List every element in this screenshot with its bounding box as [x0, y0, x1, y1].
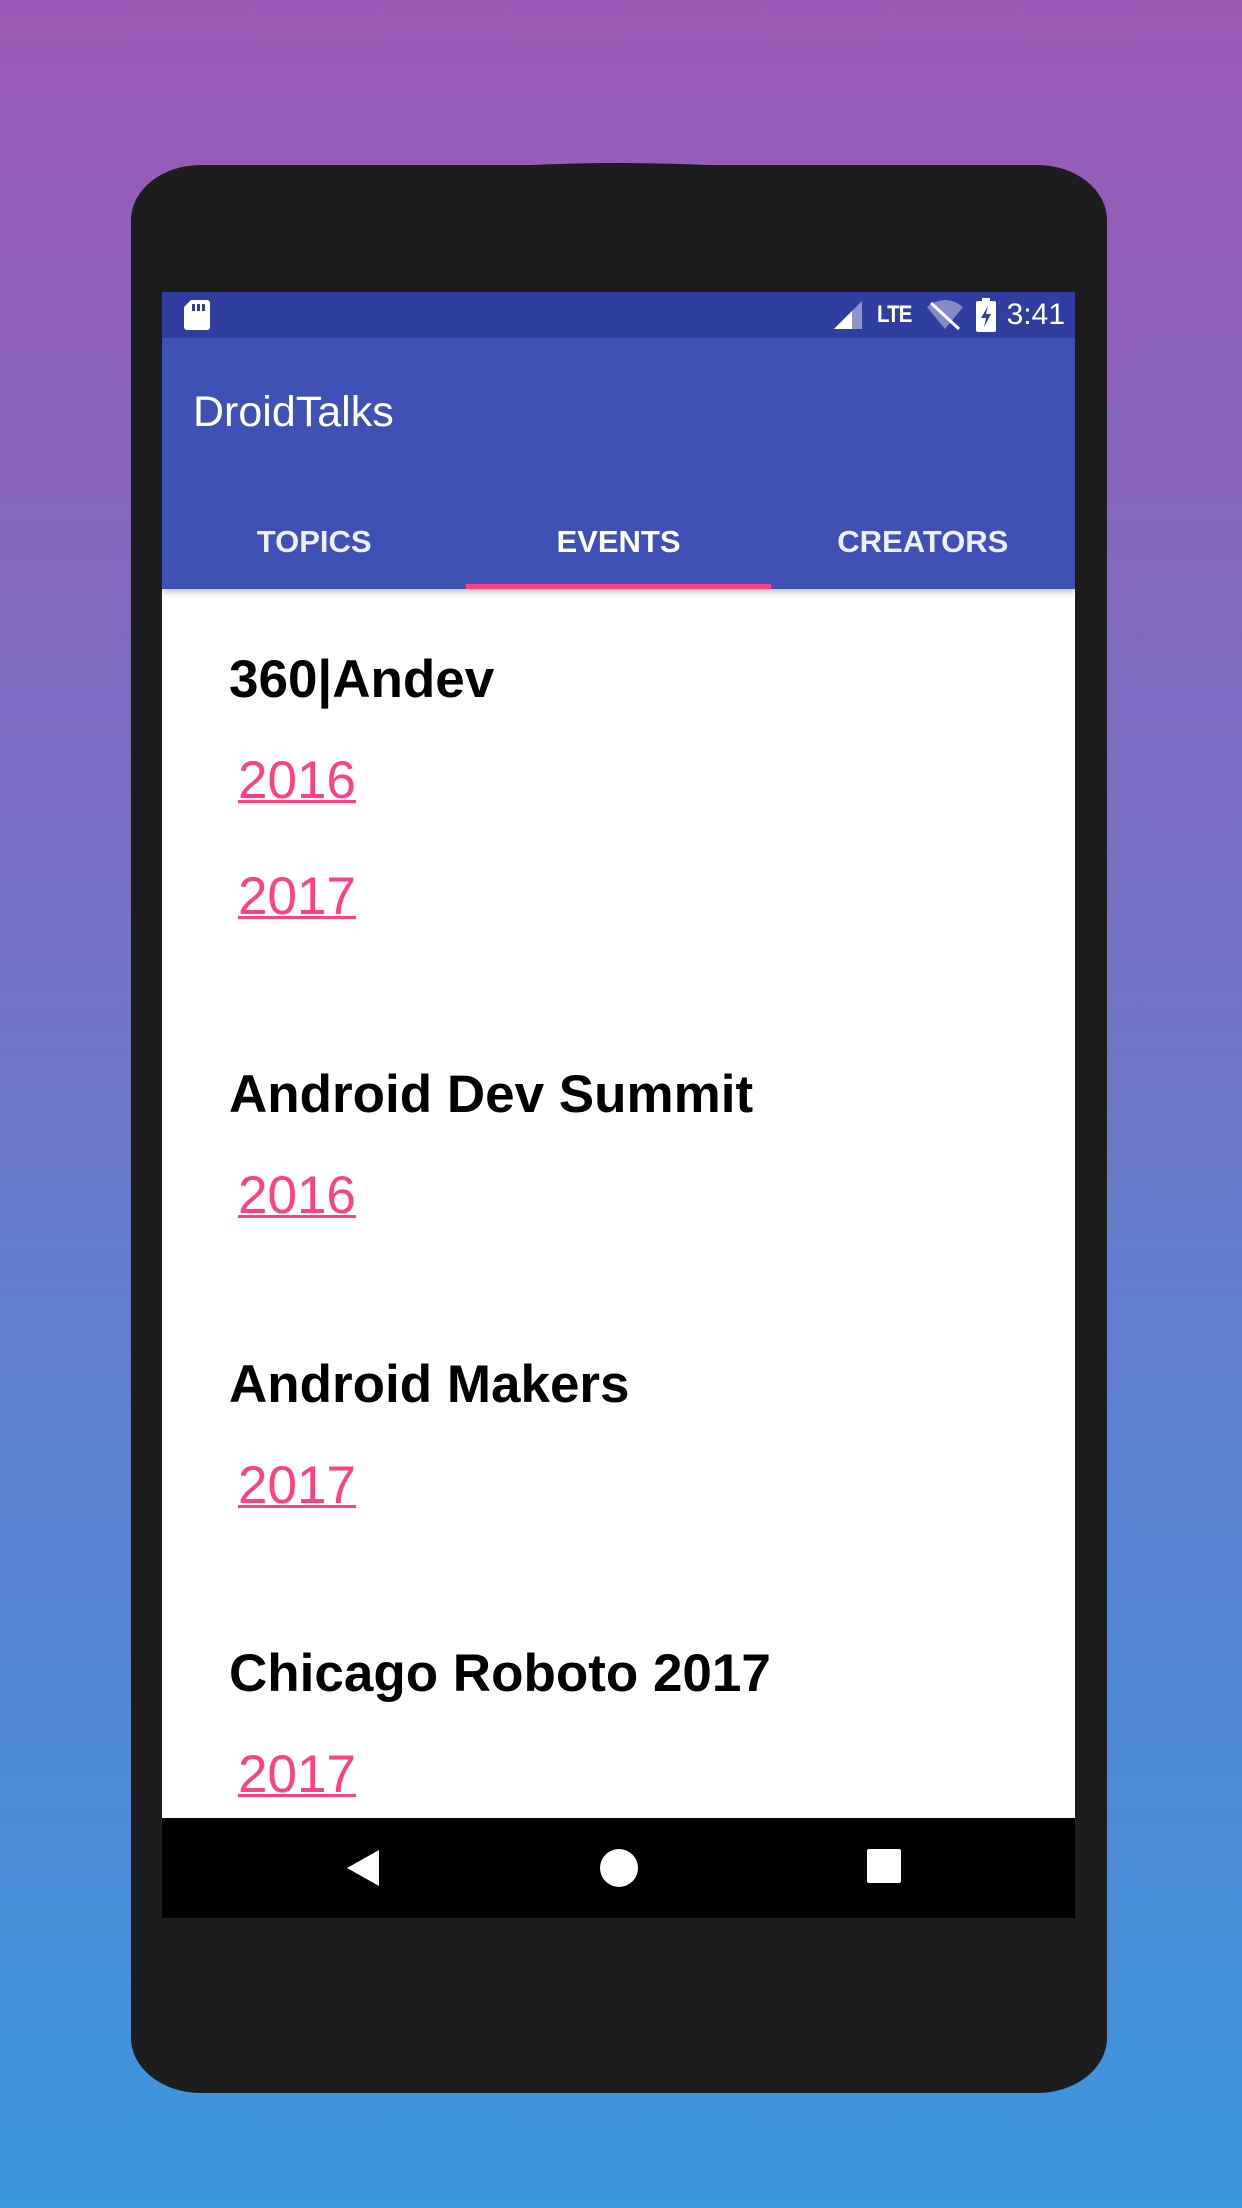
event-item: Chicago Roboto 2017 2017: [229, 1643, 771, 1805]
event-item: Android Dev Summit 2016: [229, 1064, 753, 1226]
status-bar: LTE 3:41: [162, 292, 1075, 338]
tab-label: EVENTS: [556, 524, 681, 559]
status-time: 3:41: [1006, 298, 1065, 331]
network-type-label: LTE: [877, 301, 912, 328]
event-title: 360|Andev: [229, 650, 495, 709]
event-item: Android Makers 2017: [229, 1354, 630, 1516]
tab-bar: TOPICS EVENTS CREATORS: [162, 495, 1075, 589]
screen: LTE 3:41 DroidTalks TOPICS EVENTS CREATO…: [162, 292, 1075, 1918]
tab-creators[interactable]: CREATORS: [771, 495, 1075, 589]
event-title: Android Makers: [229, 1355, 630, 1414]
tab-events[interactable]: EVENTS: [466, 495, 771, 589]
battery-charging-icon: [975, 298, 996, 332]
event-year-link[interactable]: 2017: [238, 866, 494, 927]
tab-label: TOPICS: [256, 524, 372, 559]
event-item: 360|Andev 2016 2017: [229, 649, 494, 927]
event-year-link[interactable]: 2016: [238, 750, 494, 811]
tab-label: CREATORS: [837, 524, 1009, 559]
event-year-link[interactable]: 2017: [238, 1455, 630, 1516]
app-bar: DroidTalks TOPICS EVENTS CREATORS: [162, 338, 1075, 589]
back-icon[interactable]: [345, 1848, 381, 1888]
navigation-bar: [162, 1818, 1075, 1918]
event-year-link[interactable]: 2016: [238, 1165, 753, 1226]
wifi-off-icon: [926, 300, 963, 331]
signal-icon: [834, 301, 863, 329]
app-title: DroidTalks: [193, 388, 394, 436]
home-icon[interactable]: [599, 1848, 639, 1888]
events-list[interactable]: 360|Andev 2016 2017 Android Dev Summit 2…: [162, 589, 1075, 1818]
recents-icon[interactable]: [866, 1848, 902, 1884]
status-icons: LTE 3:41: [832, 292, 1065, 338]
event-title: Chicago Roboto 2017: [229, 1644, 771, 1703]
event-year-link[interactable]: 2017: [238, 1744, 771, 1805]
tab-topics[interactable]: TOPICS: [162, 495, 466, 589]
sd-card-icon: [184, 300, 210, 330]
event-title: Android Dev Summit: [229, 1065, 754, 1124]
